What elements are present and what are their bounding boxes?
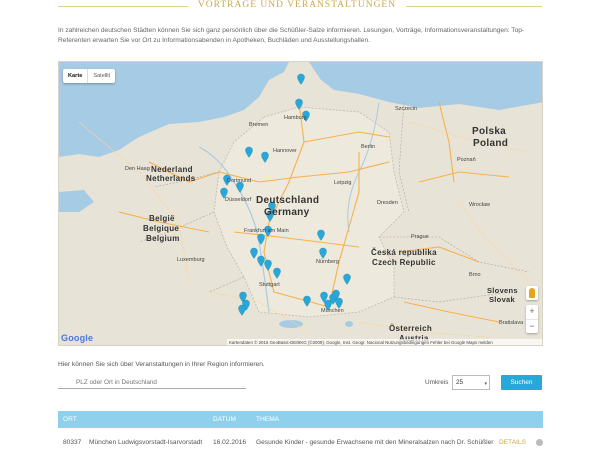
zoom-control: + − bbox=[526, 305, 538, 333]
zoom-out-button[interactable]: − bbox=[526, 320, 538, 334]
country-label-belgium-fr: Belgique bbox=[143, 224, 180, 233]
google-logo[interactable]: Google bbox=[61, 333, 93, 343]
events-table-header: ORT DATUM THEMA bbox=[58, 411, 543, 428]
city-label: Bratislava bbox=[499, 320, 524, 326]
city-label: Leipzig bbox=[334, 180, 352, 186]
column-header-datum[interactable]: DATUM bbox=[213, 416, 236, 423]
row-datum: 16.02.2016 bbox=[213, 439, 247, 446]
city-label: Berlin bbox=[361, 144, 376, 150]
chevron-down-icon: ▾ bbox=[484, 381, 487, 387]
street-view-pegman-icon[interactable] bbox=[526, 286, 538, 300]
city-label: München bbox=[321, 308, 344, 314]
city-label: Szczecin bbox=[395, 106, 418, 112]
city-label: Stuttgart bbox=[259, 282, 280, 288]
radius-select[interactable]: 25 ▾ bbox=[452, 375, 490, 390]
country-label-netherlands-en: Netherlands bbox=[146, 174, 196, 183]
column-header-ort[interactable]: ORT bbox=[63, 416, 77, 423]
country-label-belgium-en: Belgium bbox=[146, 234, 180, 243]
row-thema: Gesunde Kinder - gesunde Erwachsene mit … bbox=[256, 439, 494, 446]
table-row[interactable]: 80337 München Ludwigsvorstadt-Isarvorsta… bbox=[58, 436, 543, 449]
city-label: Prague bbox=[411, 234, 429, 240]
city-label: Nürnberg bbox=[316, 259, 339, 265]
country-label-czech-en: Czech Republic bbox=[372, 258, 436, 267]
intro-text: In zahlreichen deutschen Städten können … bbox=[58, 27, 525, 44]
radius-label: Umkreis bbox=[425, 379, 449, 386]
search-button[interactable]: Suchen bbox=[501, 375, 542, 390]
city-label: Poznań bbox=[457, 157, 476, 163]
city-label: Dresden bbox=[377, 200, 398, 206]
country-label-poland-en: Poland bbox=[473, 138, 509, 149]
country-label-czech: Česká republika bbox=[371, 248, 437, 257]
map-type-control: Karte Satellit bbox=[63, 69, 116, 83]
header-divider-right bbox=[406, 6, 542, 7]
city-label: Brno bbox=[469, 272, 481, 278]
city-label: Hannover bbox=[273, 148, 297, 154]
row-toggle-icon[interactable] bbox=[536, 439, 543, 446]
page-title: VORTRÄGE UND VERANSTALTUNGEN bbox=[197, 0, 397, 10]
header-divider-left bbox=[58, 6, 188, 7]
city-label: Den Haag bbox=[125, 166, 150, 172]
city-label: Luxemburg bbox=[177, 257, 205, 263]
row-plz: 80337 bbox=[63, 439, 82, 446]
country-label-germany: Deutschland bbox=[256, 195, 320, 206]
city-label: Wrocław bbox=[469, 202, 490, 208]
column-header-thema[interactable]: THEMA bbox=[256, 416, 279, 423]
city-label: Frankfurt am Main bbox=[244, 228, 289, 234]
country-label-netherlands: Nederland bbox=[151, 165, 193, 174]
country-label-germany-en: Germany bbox=[264, 207, 310, 218]
location-search-input[interactable] bbox=[58, 377, 246, 389]
country-label-belgium: België bbox=[149, 214, 175, 223]
country-label-poland: Polska bbox=[472, 126, 507, 137]
events-map[interactable]: Deutschland Germany Polska Poland Nederl… bbox=[58, 61, 543, 346]
section-header: VORTRÄGE UND VERANSTALTUNGEN bbox=[0, 0, 600, 14]
map-type-map-button[interactable]: Karte bbox=[63, 69, 87, 83]
region-info-text: Hier können Sie sich über Veranstaltunge… bbox=[58, 361, 265, 368]
country-label-austria: Österreich bbox=[389, 324, 433, 333]
map-marker[interactable] bbox=[238, 304, 246, 316]
radius-value: 25 bbox=[456, 379, 464, 386]
city-label: Düsseldorf bbox=[225, 197, 252, 203]
zoom-in-button[interactable]: + bbox=[526, 305, 538, 319]
country-label-slovakia-en: Slovak bbox=[489, 295, 515, 304]
map-attribution: Kartendaten © 2016 GeoBasis-DE/BKG (©200… bbox=[227, 339, 542, 345]
map-marker[interactable] bbox=[297, 73, 305, 85]
map-type-satellite-button[interactable]: Satellit bbox=[87, 69, 115, 83]
row-ort: München Ludwigsvorstadt-Isarvorstadt bbox=[89, 439, 203, 446]
city-label: Hamburg bbox=[284, 115, 307, 121]
city-label: Bremen bbox=[249, 122, 269, 128]
row-details-link[interactable]: DETAILS bbox=[499, 439, 526, 446]
country-label-slovakia: Slovens bbox=[487, 286, 518, 295]
city-label: Dortmund bbox=[227, 178, 252, 184]
